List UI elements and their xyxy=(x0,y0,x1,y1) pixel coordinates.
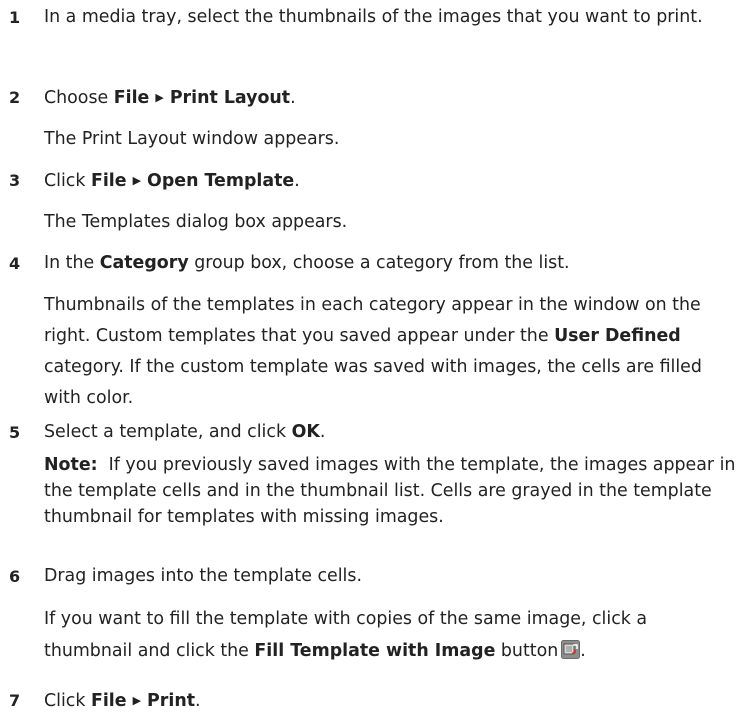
step-6-detail: If you want to fill the template with co… xyxy=(44,603,736,667)
step-text: Select a template, and click OK. xyxy=(44,417,736,448)
menu-arrow-icon: ▶ xyxy=(155,91,164,104)
menu-arrow-icon: ▶ xyxy=(132,694,142,707)
step-text-post: group box, choose a category from the li… xyxy=(188,253,570,273)
step-text-post: . xyxy=(195,691,201,711)
menu-name: File xyxy=(90,171,127,191)
step-text: Choose File ▶ Print Layout. xyxy=(44,82,736,114)
step-text-pre: In the xyxy=(44,253,100,273)
category-label: Category xyxy=(99,253,189,273)
menu-arrow-icon: ▶ xyxy=(132,174,142,187)
fill-template-button-icon xyxy=(561,638,581,659)
step-text: Drag images into the template cells. xyxy=(44,566,362,586)
step-text: In a media tray, select the thumbnails o… xyxy=(44,7,703,27)
menu-item: Print xyxy=(147,691,196,711)
step-text-pre: Select a template, and click xyxy=(44,422,292,442)
note-label: Note: xyxy=(44,455,98,475)
detail-end: . xyxy=(580,641,586,661)
instructions-page: 1 In a media tray, select the thumbnails… xyxy=(0,0,742,721)
user-defined-label: User Defined xyxy=(554,326,681,346)
step-text-post: . xyxy=(319,422,326,442)
step-number: 4 xyxy=(9,254,21,273)
step-3-result: The Templates dialog box appears. xyxy=(44,212,348,232)
step-number: 7 xyxy=(9,691,21,710)
detail-post: category. If the custom template was sav… xyxy=(44,357,702,408)
step-text-pre: Choose xyxy=(44,88,114,108)
fill-template-label: Fill Template with Image xyxy=(254,641,496,661)
menu-name: File xyxy=(113,88,150,108)
menu-item: Open Template xyxy=(147,171,295,191)
step-number: 1 xyxy=(9,8,21,27)
step-text: Click File ▶ Open Template. xyxy=(44,165,736,197)
step-text-pre: Click xyxy=(44,691,91,711)
step-number: 6 xyxy=(9,567,21,586)
ok-label: OK xyxy=(291,422,320,442)
menu-item: Print Layout xyxy=(169,88,291,108)
step-number: 3 xyxy=(9,171,21,190)
step-text-pre: Click xyxy=(44,171,91,191)
step-text: Click File ▶ Print. xyxy=(44,685,736,717)
step-text-post: . xyxy=(294,171,300,191)
step-text-post: . xyxy=(290,88,296,108)
step-4-detail: Thumbnails of the templates in each cate… xyxy=(44,290,736,414)
step-2-result: The Print Layout window appears. xyxy=(44,129,340,149)
step-number: 2 xyxy=(9,88,21,107)
menu-name: File xyxy=(90,691,127,711)
step-text: In the Category group box, choose a cate… xyxy=(44,248,736,279)
detail-post: button xyxy=(495,641,559,661)
note-text: If you previously saved images with the … xyxy=(44,455,736,527)
step-5-note: Note: If you previously saved images wit… xyxy=(44,452,736,530)
step-number: 5 xyxy=(9,423,21,442)
